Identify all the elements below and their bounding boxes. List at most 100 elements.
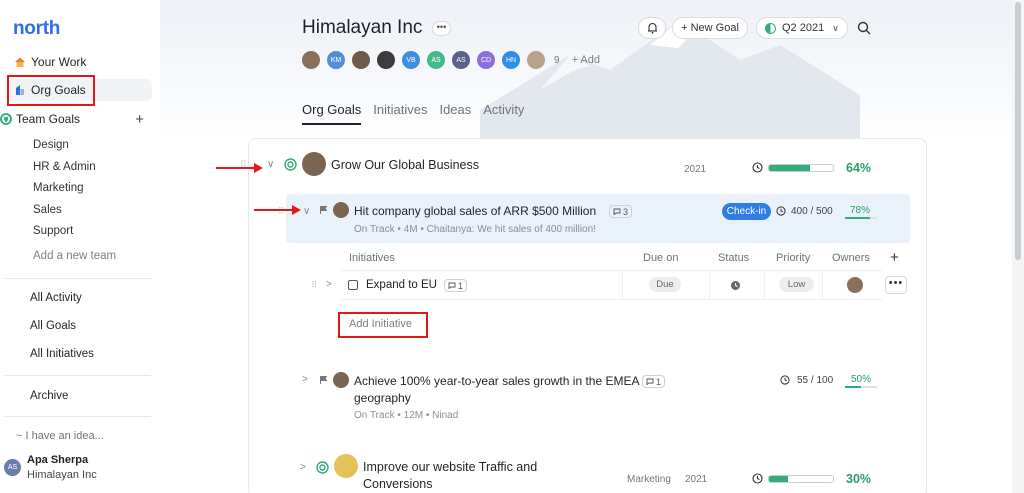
avatar[interactable]	[352, 51, 370, 69]
sidebar-item-all-activity[interactable]: All Activity	[30, 292, 82, 304]
progress-bar	[845, 386, 877, 388]
priority-pill[interactable]: Low	[779, 277, 814, 292]
header-background	[160, 0, 1024, 140]
team-goals-header[interactable]: ∨ Team Goals +	[0, 110, 152, 128]
avatar[interactable]: KM	[327, 51, 345, 69]
avatar[interactable]: VB	[402, 51, 420, 69]
avatar[interactable]: CD	[477, 51, 495, 69]
drag-handle-icon[interactable]: ⠿	[311, 280, 318, 291]
tab-initiatives[interactable]: Initiatives	[373, 102, 427, 125]
idea-link[interactable]: ~ I have an idea...	[16, 430, 104, 442]
owner-avatar[interactable]	[333, 202, 349, 218]
new-goal-button[interactable]: + New Goal	[672, 17, 748, 39]
scrollbar[interactable]	[1012, 0, 1024, 493]
progress-bar	[845, 217, 877, 219]
status-text: On Track	[354, 410, 395, 421]
half-circle-icon	[765, 22, 776, 34]
comment-icon	[448, 282, 456, 289]
owner-avatar[interactable]	[334, 454, 358, 478]
column-divider	[622, 271, 623, 299]
check-in-button[interactable]: Check-in	[722, 203, 771, 220]
user-profile[interactable]: AS Apa Sherpa Himalayan Inc	[4, 454, 97, 481]
sidebar-item-team[interactable]: Design	[33, 137, 116, 159]
quarter-select[interactable]: Q2 2021 ∨	[756, 17, 848, 39]
owner-avatar[interactable]	[333, 372, 349, 388]
bell-icon	[647, 22, 657, 34]
chevron-right-icon[interactable]: >	[302, 374, 308, 385]
notifications-button[interactable]	[638, 17, 666, 39]
add-team-icon[interactable]: +	[135, 111, 144, 128]
add-member-button[interactable]: + Add	[572, 54, 600, 66]
avatar: AS	[4, 459, 21, 476]
age-text: 12M	[403, 410, 424, 421]
highlight-box	[7, 75, 95, 106]
sidebar-item-archive[interactable]: Archive	[30, 390, 68, 402]
column-header-initiatives: Initiatives	[349, 252, 395, 264]
comment-count[interactable]: 1	[642, 375, 666, 388]
avatar[interactable]	[377, 51, 395, 69]
row-more-button[interactable]: •••	[885, 276, 907, 294]
avatar[interactable]	[527, 51, 545, 69]
avatar[interactable]: AS	[452, 51, 470, 69]
clock-icon[interactable]	[730, 280, 741, 291]
chevron-down-icon[interactable]: ∨	[267, 159, 274, 170]
initiative-name[interactable]: Expand to EU	[366, 279, 437, 291]
column-header-status: Status	[718, 252, 750, 264]
sidebar-item-label: Your Work	[31, 55, 87, 69]
add-column-button[interactable]: +	[890, 249, 899, 266]
comment-count[interactable]: 3	[609, 205, 633, 218]
key-result-title[interactable]: Hit company global sales of ARR $500 Mil…	[354, 204, 596, 218]
age-text: 4M	[403, 224, 418, 235]
owner-avatar[interactable]	[302, 152, 326, 176]
chevron-right-icon[interactable]: >	[326, 279, 332, 290]
sidebar-item-team[interactable]: HR & Admin	[33, 159, 116, 181]
app-logo[interactable]: north	[13, 18, 60, 40]
chevron-down-icon[interactable]: ∨	[303, 206, 310, 217]
sidebar-item-team[interactable]: Marketing	[33, 180, 116, 202]
sidebar-item-team[interactable]: Sales	[33, 202, 116, 224]
goal-title[interactable]: Improve our website Traffic and	[363, 460, 537, 474]
progress-bar	[768, 164, 834, 172]
goal-title-line2[interactable]: Conversions	[363, 477, 432, 491]
avatar[interactable]: AS	[427, 51, 445, 69]
sidebar-item-all-initiatives[interactable]: All Initiatives	[30, 348, 94, 360]
owner-avatar[interactable]	[847, 277, 863, 293]
column-divider	[822, 271, 823, 299]
key-result-value: 55 / 100	[797, 375, 834, 386]
key-result-title[interactable]: Achieve 100% year-to-year sales growth i…	[354, 374, 639, 388]
initiative-checkbox[interactable]	[348, 280, 358, 290]
key-result-row[interactable]	[286, 194, 910, 243]
goal-title[interactable]: Grow Our Global Business	[331, 158, 479, 172]
add-new-team-link[interactable]: Add a new team	[33, 248, 116, 270]
sidebar-item-team[interactable]: Support	[33, 223, 116, 245]
comment-count[interactable]: 1	[444, 279, 468, 292]
team-goals-label: Team Goals	[16, 112, 81, 126]
tab-activity[interactable]: Activity	[483, 102, 524, 125]
sidebar-item-your-work[interactable]: Your Work	[6, 51, 152, 73]
title-more-button[interactable]: •••	[432, 21, 451, 36]
due-date-pill[interactable]: Due	[649, 277, 681, 292]
progress-percent: 64%	[846, 161, 872, 175]
progress-percent: 50%	[851, 374, 872, 385]
user-org: Himalayan Inc	[27, 469, 97, 481]
key-result-title-line2[interactable]: geography	[354, 391, 411, 405]
scrollbar-thumb[interactable]	[1015, 2, 1021, 260]
page-title: Himalayan Inc	[302, 17, 423, 38]
tab-bar: Org Goals Initiatives Ideas Activity	[302, 102, 536, 125]
avatar[interactable]	[302, 51, 320, 69]
latest-update: Chaitanya: We hit sales of 400 million!	[426, 224, 596, 235]
chevron-right-icon[interactable]: >	[300, 462, 306, 473]
tab-org-goals[interactable]: Org Goals	[302, 102, 362, 125]
sidebar-item-all-goals[interactable]: All Goals	[30, 320, 76, 332]
goal-year: 2021	[684, 164, 707, 175]
member-avatars: KM VB AS AS CD HN 9 + Add	[302, 51, 600, 69]
user-name: Apa Sherpa	[27, 454, 89, 466]
goal-team: Marketing	[627, 474, 671, 485]
search-button[interactable]	[857, 21, 871, 38]
tab-ideas[interactable]: Ideas	[439, 102, 471, 125]
chevron-down-icon: ∨	[832, 22, 839, 33]
avatar[interactable]: HN	[502, 51, 520, 69]
progress-percent: 30%	[846, 472, 872, 486]
annotation-arrow	[254, 205, 301, 215]
clock-icon	[752, 162, 763, 173]
